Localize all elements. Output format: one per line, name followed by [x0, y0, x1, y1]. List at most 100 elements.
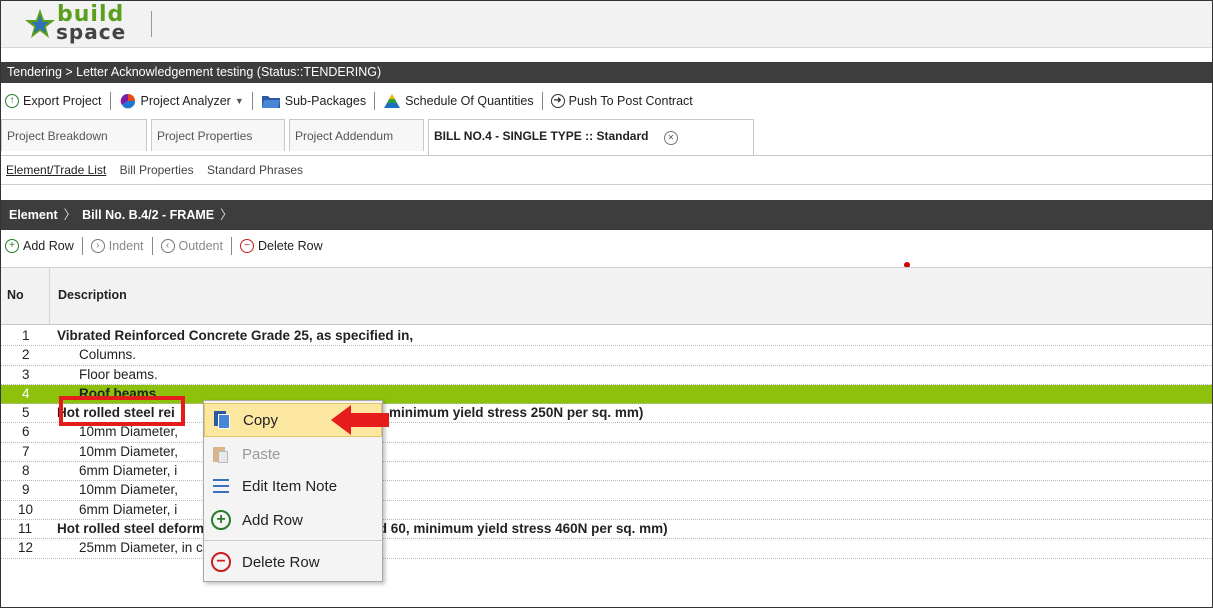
folder-icon — [261, 96, 280, 108]
row-number: 3 — [22, 366, 30, 382]
logo-text-space: space — [56, 20, 127, 44]
row-description[interactable]: 10mm Diameter, — [79, 443, 178, 461]
plus-circle-icon: + — [5, 239, 19, 253]
bill-subnav: Element/Trade List Bill Properties Stand… — [1, 155, 1212, 185]
delete-row-button[interactable]: − Delete Row — [236, 235, 327, 257]
indent-icon: › — [90, 239, 105, 253]
table-row[interactable]: 9 10mm Diameter, — [1, 481, 1212, 501]
copy-icon — [211, 409, 233, 431]
table-row[interactable]: 2 Columns. — [1, 346, 1212, 366]
row-description[interactable]: 6mm Diameter, i — [79, 462, 177, 480]
sub-packages-button[interactable]: Sub-Packages — [257, 90, 370, 112]
column-header-no[interactable]: No — [7, 288, 24, 302]
star-logo-icon — [25, 9, 55, 38]
app-window: build space Tendering > Letter Acknowled… — [0, 0, 1213, 608]
row-description[interactable]: Vibrated Reinforced Concrete Grade 25, a… — [57, 327, 413, 345]
context-menu-label: Add Row — [242, 511, 303, 529]
logo-divider — [151, 11, 152, 37]
push-to-post-contract-button[interactable]: ➜ Push To Post Contract — [547, 90, 697, 112]
project-analyzer-label: Project Analyzer — [140, 94, 231, 108]
schedule-of-quantities-label: Schedule Of Quantities — [405, 94, 534, 108]
minus-circle-icon: − — [210, 551, 232, 573]
row-description[interactable]: Floor beams. — [79, 366, 158, 384]
grid-body: 1 Vibrated Reinforced Concrete Grade 25, … — [1, 327, 1212, 559]
context-menu-label: Paste — [242, 445, 281, 463]
row-number: 7 — [22, 443, 30, 459]
tab-label: Project Breakdown — [7, 129, 108, 143]
context-menu-delete-row[interactable]: − Delete Row — [204, 545, 382, 579]
delete-row-label: Delete Row — [257, 239, 323, 253]
table-row[interactable]: 1 Vibrated Reinforced Concrete Grade 25, … — [1, 327, 1212, 347]
breadcrumb-root[interactable]: Element — [9, 208, 58, 222]
paste-icon — [210, 443, 232, 465]
row-description-tail[interactable]: minimum yield stress 250N per sq. mm) — [389, 404, 643, 422]
row-number: 8 — [22, 463, 30, 479]
chevron-down-icon: ▼ — [234, 96, 244, 106]
project-title-bar: Tendering > Letter Acknowledgement testi… — [1, 62, 1212, 83]
annotation-highlight-box — [59, 396, 185, 426]
row-number: 9 — [22, 482, 30, 498]
toolbar-divider — [541, 92, 543, 110]
row-number: 10 — [18, 501, 34, 517]
export-project-button[interactable]: ↑ Export Project — [1, 90, 106, 112]
add-row-button[interactable]: + Add Row — [1, 235, 78, 257]
tab-project-properties[interactable]: Project Properties — [151, 119, 285, 151]
outdent-button[interactable]: ‹ Outdent — [157, 235, 227, 257]
row-number: 5 — [22, 405, 30, 421]
context-menu-edit-item-note[interactable]: Edit Item Note — [204, 469, 382, 503]
column-header-description[interactable]: Description — [58, 288, 127, 302]
close-tab-icon[interactable]: ✕ — [663, 131, 678, 145]
outdent-label: Outdent — [178, 239, 223, 253]
row-description[interactable]: 10mm Diameter, — [79, 481, 178, 499]
row-number: 1 — [22, 328, 30, 343]
context-menu-paste[interactable]: Paste — [204, 437, 382, 471]
tab-label: Project Properties — [157, 129, 253, 143]
subnav-bill-properties[interactable]: Bill Properties — [120, 163, 194, 177]
table-row[interactable]: 8 6mm Diameter, i — [1, 462, 1212, 482]
push-to-post-contract-label: Push To Post Contract — [568, 94, 693, 108]
row-number: 12 — [18, 540, 34, 556]
schedule-of-quantities-button[interactable]: Schedule Of Quantities — [379, 90, 538, 112]
toolbar-divider — [251, 92, 253, 110]
tab-strip: Project Breakdown Project Properties Pro… — [1, 119, 1212, 156]
arrow-right-circle-icon: ➜ — [550, 94, 565, 108]
tab-bill-no4[interactable]: BILL NO.4 - SINGLE TYPE :: Standard ✕ — [428, 119, 754, 155]
indent-button[interactable]: › Indent — [87, 235, 148, 257]
row-number: 6 — [22, 424, 30, 440]
project-title: Tendering > Letter Acknowledgement testi… — [7, 65, 382, 79]
note-lines-icon — [210, 475, 232, 497]
context-menu-divider — [204, 540, 382, 541]
row-description[interactable]: 10mm Diameter, — [79, 423, 178, 441]
context-menu-add-row[interactable]: + Add Row — [204, 503, 382, 537]
minus-circle-icon: − — [239, 239, 254, 253]
table-row[interactable]: 3 Floor beams. — [1, 366, 1212, 385]
breadcrumb-current[interactable]: Bill No. B.4/2 - FRAME — [82, 208, 214, 222]
buildspace-logo: build space — [23, 2, 163, 44]
table-row[interactable]: 11Hot rolled steel deformed reinforcemen… — [1, 520, 1212, 540]
table-row[interactable]: 7 10mm Diameter, — [1, 443, 1212, 463]
table-row[interactable]: 12 25mm Diameter, in column — [1, 539, 1212, 559]
project-analyzer-button[interactable]: Project Analyzer ▼ — [115, 90, 248, 112]
pie-chart-icon — [120, 93, 135, 109]
outdent-icon: ‹ — [160, 239, 175, 253]
table-row[interactable]: 10 6mm Diameter, i — [1, 501, 1212, 520]
subnav-element-trade-list[interactable]: Element/Trade List — [6, 163, 106, 177]
grid-header: No Description — [1, 267, 1212, 325]
toolbar-divider — [151, 237, 153, 255]
row-description[interactable]: Columns. — [79, 346, 136, 364]
plus-circle-icon: + — [210, 509, 232, 531]
project-toolbar: ↑ Export Project Project Analyzer ▼ Sub-… — [1, 89, 1212, 113]
logo-bar: build space — [1, 1, 1212, 48]
tab-project-breakdown[interactable]: Project Breakdown — [1, 119, 147, 151]
indent-label: Indent — [108, 239, 144, 253]
context-menu-label: Copy — [243, 411, 279, 429]
chevron-right-icon: 〉 — [220, 208, 233, 222]
export-project-label: Export Project — [23, 94, 102, 108]
row-description[interactable]: 6mm Diameter, i — [79, 501, 177, 519]
row-number: 11 — [18, 520, 33, 536]
context-menu-label: Delete Row — [242, 553, 320, 571]
row-number: 4 — [22, 385, 30, 401]
subnav-standard-phrases[interactable]: Standard Phrases — [207, 163, 303, 177]
table-row[interactable]: 6 10mm Diameter, — [1, 423, 1212, 443]
tab-project-addendum[interactable]: Project Addendum — [289, 119, 424, 151]
